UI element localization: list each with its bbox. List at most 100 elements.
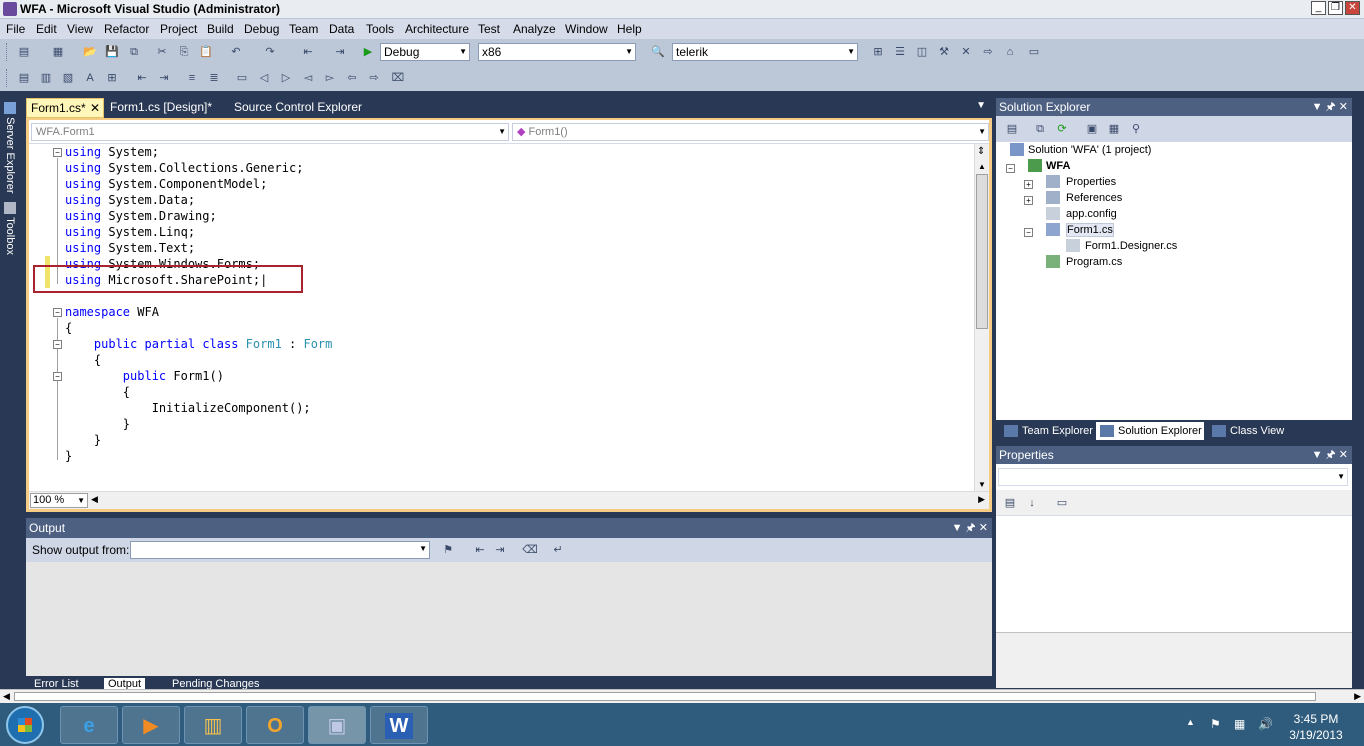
- menu-refactor[interactable]: Refactor: [104, 22, 149, 36]
- tree-item-app-config[interactable]: app.config: [1046, 206, 1117, 222]
- toolbar-grip[interactable]: [6, 69, 9, 87]
- pane-controls[interactable]: ▼ 🖈 ✕: [1312, 446, 1348, 464]
- clear-bookmarks-icon[interactable]: ⌧: [390, 70, 406, 86]
- menu-edit[interactable]: Edit: [36, 22, 57, 36]
- next-bookmark-doc-icon[interactable]: ⇨: [366, 70, 382, 86]
- tree-item-program-cs[interactable]: Program.cs: [1046, 254, 1122, 270]
- scroll-up-icon[interactable]: ▲: [978, 162, 986, 171]
- view-class-diagram-icon[interactable]: ⚲: [1128, 121, 1144, 137]
- scroll-thumb[interactable]: [976, 174, 988, 329]
- expand-properties-icon[interactable]: +: [1024, 180, 1033, 189]
- scroll-right-icon[interactable]: ▶: [1354, 691, 1361, 702]
- paste-icon[interactable]: 📋: [198, 44, 214, 60]
- show-all-files-icon[interactable]: ⧉: [1032, 121, 1048, 137]
- properties-window-icon[interactable]: ☰: [892, 44, 908, 60]
- find-message-icon[interactable]: ⚑: [440, 542, 456, 558]
- output-text-area[interactable]: [26, 562, 992, 676]
- restore-button[interactable]: ❐: [1328, 1, 1343, 15]
- tree-item-solution[interactable]: Solution 'WFA' (1 project): [1010, 142, 1151, 158]
- toolbox-icon[interactable]: ⚒: [936, 44, 952, 60]
- command-window-icon[interactable]: ▭: [1026, 44, 1042, 60]
- menu-architecture[interactable]: Architecture: [405, 22, 469, 36]
- zoom-select[interactable]: 100 % ▼: [30, 493, 88, 508]
- comment-out-icon[interactable]: ≡: [184, 70, 200, 86]
- property-pages-icon[interactable]: ▭: [1054, 495, 1070, 511]
- toggle-word-wrap-icon[interactable]: ↵: [550, 542, 566, 558]
- tab-form1-design[interactable]: Form1.cs [Design]*: [106, 98, 226, 118]
- volume-icon[interactable]: 🔊: [1258, 717, 1273, 731]
- object-browser-icon[interactable]: ◫: [914, 44, 930, 60]
- uncomment-icon[interactable]: ≣: [206, 70, 222, 86]
- menu-debug[interactable]: Debug: [244, 22, 279, 36]
- types-combo[interactable]: WFA.Form1 ▼: [31, 123, 509, 141]
- display-object-member-list-icon[interactable]: ▤: [16, 70, 32, 86]
- menu-data[interactable]: Data: [329, 22, 354, 36]
- taskbar-outlook[interactable]: O: [246, 706, 304, 744]
- menu-project[interactable]: Project: [160, 22, 197, 36]
- server-explorer-tab[interactable]: Server Explorer: [2, 102, 16, 193]
- menu-team[interactable]: Team: [289, 22, 318, 36]
- scroll-thumb[interactable]: [14, 692, 1316, 701]
- prev-bookmark-folder-icon[interactable]: ◅: [300, 70, 316, 86]
- save-all-icon[interactable]: ⧉: [126, 44, 142, 60]
- menu-build[interactable]: Build: [207, 22, 234, 36]
- show-hidden-icons-icon[interactable]: ▲: [1186, 717, 1195, 727]
- next-bookmark-folder-icon[interactable]: ▻: [322, 70, 338, 86]
- navigate-backward-icon[interactable]: ⇤: [300, 44, 316, 60]
- horizontal-scrollbar[interactable]: ◀ ▶: [0, 689, 1364, 703]
- minimize-button[interactable]: _: [1311, 1, 1326, 15]
- view-code-icon[interactable]: ▣: [1084, 121, 1100, 137]
- scroll-left-icon[interactable]: ◀: [91, 494, 98, 505]
- solution-explorer-icon[interactable]: ⊞: [870, 44, 886, 60]
- collapse-namespace-icon[interactable]: −: [53, 308, 62, 317]
- taskbar-visual-studio[interactable]: ▣: [308, 706, 366, 744]
- clear-all-icon[interactable]: ⌫: [522, 542, 538, 558]
- menu-view[interactable]: View: [67, 22, 93, 36]
- menu-file[interactable]: File: [6, 22, 25, 36]
- taskbar-file-explorer[interactable]: ▥: [184, 706, 242, 744]
- toolbox-tab[interactable]: Toolbox: [2, 202, 16, 255]
- parameter-info-icon[interactable]: ▥: [38, 70, 54, 86]
- undo-icon[interactable]: ↶: [228, 44, 244, 60]
- previous-bookmark-icon[interactable]: ◁: [256, 70, 272, 86]
- toggle-bookmark-icon[interactable]: ▭: [234, 70, 250, 86]
- scroll-down-icon[interactable]: ▼: [978, 480, 986, 489]
- active-files-dropdown-icon[interactable]: ▼: [976, 100, 986, 111]
- pane-controls[interactable]: ▼ 🖈 ✕: [1312, 98, 1348, 116]
- copy-icon[interactable]: ⎘: [176, 44, 192, 60]
- split-icon[interactable]: ⇕: [977, 146, 985, 157]
- prev-bookmark-doc-icon[interactable]: ⇦: [344, 70, 360, 86]
- properties-icon[interactable]: ▤: [1004, 121, 1020, 137]
- increase-indent-icon[interactable]: ⇥: [156, 70, 172, 86]
- menu-test[interactable]: Test: [478, 22, 500, 36]
- find-in-files-icon[interactable]: 🔍: [650, 44, 666, 60]
- navigate-forward-icon[interactable]: ⇥: [332, 44, 348, 60]
- collapse-usings-icon[interactable]: −: [53, 148, 62, 157]
- alphabetical-icon[interactable]: ↓: [1024, 495, 1040, 511]
- next-bookmark-icon[interactable]: ▷: [278, 70, 294, 86]
- close-tab-icon[interactable]: ✕: [90, 99, 100, 118]
- cut-icon[interactable]: ✂: [154, 44, 170, 60]
- complete-word-icon[interactable]: A: [82, 70, 98, 86]
- taskbar-word[interactable]: W: [370, 706, 428, 744]
- tab-form1-cs[interactable]: Form1.cs* ✕: [26, 98, 104, 118]
- menu-window[interactable]: Window: [565, 22, 608, 36]
- open-file-icon[interactable]: 📂: [82, 44, 98, 60]
- collapse-method-icon[interactable]: −: [53, 372, 62, 381]
- tree-item-properties[interactable]: Properties: [1046, 174, 1116, 190]
- start-debugging-icon[interactable]: ▶: [360, 44, 376, 60]
- view-designer-icon[interactable]: ▦: [1106, 121, 1122, 137]
- action-center-flag-icon[interactable]: ⚑: [1210, 717, 1221, 731]
- solution-configuration-select[interactable]: Debug ▼: [380, 43, 470, 61]
- taskbar-media-player[interactable]: ▶: [122, 706, 180, 744]
- object-selector[interactable]: ▼: [998, 468, 1348, 486]
- output-source-select[interactable]: ▼: [130, 541, 430, 559]
- tab-class-view[interactable]: Class View: [1208, 422, 1288, 440]
- network-icon[interactable]: ▦: [1234, 717, 1245, 731]
- redo-icon[interactable]: ↷: [262, 44, 278, 60]
- insert-snippet-icon[interactable]: ⊞: [104, 70, 120, 86]
- tab-team-explorer[interactable]: Team Explorer: [1000, 422, 1094, 440]
- collapse-form1-icon[interactable]: −: [1024, 228, 1033, 237]
- start-button[interactable]: [6, 706, 44, 744]
- menu-tools[interactable]: Tools: [366, 22, 394, 36]
